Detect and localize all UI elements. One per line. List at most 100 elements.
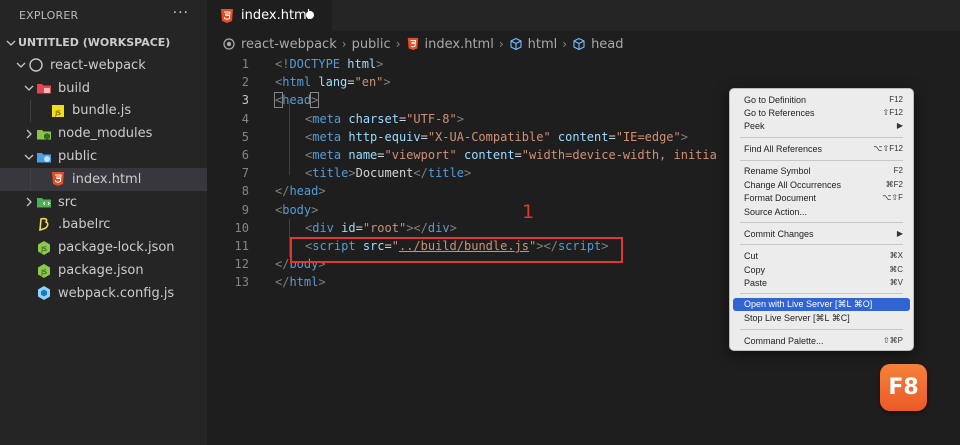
menu-item-label: Change All Occurrences bbox=[744, 179, 842, 190]
workspace-label: UNTITLED (WORKSPACE) bbox=[18, 36, 171, 49]
code-token: name bbox=[341, 148, 378, 163]
chevron-right-icon bbox=[22, 197, 36, 207]
chevron-right-icon bbox=[22, 129, 36, 139]
tree-item-babelrc[interactable]: .babelrc bbox=[0, 214, 207, 237]
tree-item-index-html[interactable]: index.html bbox=[0, 167, 207, 191]
breadcrumb: react-webpack › public › index.html › ht… bbox=[222, 33, 624, 55]
menu-item-source-action[interactable]: Source Action... bbox=[733, 205, 910, 218]
menu-item-label: Copy bbox=[744, 264, 766, 275]
tree-item-react-webpack[interactable]: react-webpack bbox=[0, 54, 207, 77]
tree-item-label: react-webpack bbox=[50, 57, 146, 73]
breadcrumb-item-html[interactable]: html bbox=[509, 37, 557, 52]
menu-item-shortcut: ⌘X bbox=[889, 251, 903, 260]
tree-item-label: bundle.js bbox=[72, 103, 132, 119]
code-token: > bbox=[449, 220, 457, 235]
breadcrumb-item-public[interactable]: public bbox=[352, 37, 391, 52]
explorer-title: EXPLORER bbox=[19, 9, 79, 22]
menu-item-label: Cut bbox=[744, 250, 759, 261]
babel-icon bbox=[36, 217, 52, 233]
menu-separator bbox=[740, 329, 903, 330]
repo-circle-icon bbox=[28, 57, 44, 73]
menu-item-command-palette[interactable]: Command Palette... ⇧⌘P bbox=[733, 334, 910, 347]
tree-item-public[interactable]: public bbox=[0, 145, 207, 168]
code-token: "viewport" bbox=[384, 148, 457, 163]
tree-item-bundle-js[interactable]: JS bundle.js bbox=[0, 99, 207, 123]
explorer-header: EXPLORER ··· bbox=[0, 0, 207, 31]
chevron-right-icon: › bbox=[341, 37, 347, 51]
menu-item-label: Go to Definition bbox=[744, 94, 807, 105]
menu-item-cut[interactable]: Cut ⌘X bbox=[733, 249, 910, 262]
menu-item-commit-changes[interactable]: Commit Changes ▶ bbox=[733, 227, 910, 240]
indent-guide bbox=[30, 99, 31, 123]
code-token: > bbox=[463, 166, 472, 181]
code-token: content bbox=[550, 129, 609, 144]
menu-item-find-all-references[interactable]: Find All References ⌥⇧F12 bbox=[733, 142, 910, 155]
tab-index-html[interactable]: index.html bbox=[207, 0, 332, 31]
svg-text:JS: JS bbox=[40, 269, 47, 276]
chevron-down-icon bbox=[22, 152, 36, 162]
line-number: 11 bbox=[234, 239, 249, 254]
chevron-down-icon bbox=[4, 38, 18, 48]
code-token: div bbox=[427, 220, 450, 235]
public-folder-icon bbox=[36, 149, 52, 165]
tree-item-label: webpack.config.js bbox=[58, 285, 175, 301]
menu-item-stop-live-server[interactable]: Stop Live Server [⌘L ⌘C] bbox=[733, 312, 910, 325]
webpack-icon bbox=[36, 285, 52, 301]
code-token: <! bbox=[275, 57, 290, 72]
breadcrumb-item-react-webpack[interactable]: react-webpack bbox=[222, 37, 337, 52]
menu-item-rename-symbol[interactable]: Rename Symbol F2 bbox=[733, 164, 910, 177]
menu-item-format-document[interactable]: Format Document ⌥⇧F bbox=[733, 191, 910, 204]
annotation-number-1: 1 bbox=[522, 201, 535, 223]
code-token: > bbox=[456, 111, 464, 126]
line-number: 2 bbox=[241, 75, 249, 90]
chevron-down-icon bbox=[14, 60, 28, 70]
line-number: 9 bbox=[241, 202, 249, 217]
code-token: meta bbox=[312, 148, 342, 163]
code-token: Document bbox=[355, 166, 414, 181]
svg-text:JS: JS bbox=[40, 246, 47, 253]
line-number: 12 bbox=[234, 257, 249, 272]
chevron-down-icon bbox=[22, 83, 36, 93]
tree-item-label: src bbox=[58, 194, 77, 210]
code-token: DOCTYPE bbox=[289, 57, 341, 72]
code-token: = bbox=[420, 129, 428, 144]
code-token: "IE=edge" bbox=[615, 129, 681, 144]
menu-separator bbox=[740, 137, 903, 138]
submenu-arrow-icon: ▶ bbox=[896, 229, 903, 238]
menu-item-peek[interactable]: Peek ▶ bbox=[733, 119, 910, 132]
menu-item-shortcut: ⇧F12 bbox=[882, 108, 904, 117]
tree-item-label: package-lock.json bbox=[58, 240, 175, 256]
menu-item-open-with-live-server[interactable]: Open with Live Server [⌘L ⌘O] bbox=[733, 298, 910, 311]
line-number: 5 bbox=[241, 129, 249, 144]
menu-item-go-to-definition[interactable]: Go to Definition F12 bbox=[733, 93, 910, 106]
cube-icon bbox=[510, 37, 522, 51]
cube-icon bbox=[573, 37, 585, 51]
code-token: "root" bbox=[362, 220, 407, 235]
menu-item-paste[interactable]: Paste ⌘V bbox=[733, 276, 910, 289]
tree-item-build[interactable]: build bbox=[0, 77, 207, 100]
menu-item-shortcut: ⌥⇧F12 bbox=[873, 144, 903, 153]
tree-item-package-json[interactable]: JS package.json bbox=[0, 259, 207, 282]
code-token: = bbox=[514, 148, 522, 163]
breadcrumb-item-head[interactable]: head bbox=[572, 37, 624, 52]
code-token: body bbox=[282, 202, 312, 217]
line-number: 13 bbox=[234, 275, 249, 290]
tree-item-node-modules[interactable]: node_modules bbox=[0, 122, 207, 145]
menu-item-change-all-occurrences[interactable]: Change All Occurrences ⌘F2 bbox=[733, 178, 910, 191]
editor-tab-bar: index.html bbox=[207, 0, 960, 31]
code-token: </ bbox=[275, 257, 290, 272]
code-line[interactable]: 1 <!DOCTYPE html> bbox=[207, 55, 960, 73]
tree-item-src[interactable]: src bbox=[0, 191, 207, 214]
menu-item-go-to-references[interactable]: Go to References ⇧F12 bbox=[733, 106, 910, 119]
tree-item-package-lock-json[interactable]: JS package-lock.json bbox=[0, 236, 207, 259]
menu-item-shortcut: ⌥⇧F bbox=[882, 193, 903, 202]
unsaved-dot-icon[interactable] bbox=[306, 11, 314, 19]
more-actions-icon[interactable]: ··· bbox=[173, 5, 189, 21]
menu-item-copy[interactable]: Copy ⌘C bbox=[733, 263, 910, 276]
context-menu: Go to Definition F12 Go to References ⇧F12… bbox=[729, 88, 914, 351]
breadcrumb-item-index-html[interactable]: index.html bbox=[406, 37, 494, 52]
code-token: > bbox=[311, 202, 319, 217]
menu-item-label: Command Palette... bbox=[744, 335, 824, 346]
workspace-header[interactable]: UNTITLED (WORKSPACE) bbox=[0, 31, 207, 54]
tree-item-webpack-config-js[interactable]: webpack.config.js bbox=[0, 282, 207, 305]
